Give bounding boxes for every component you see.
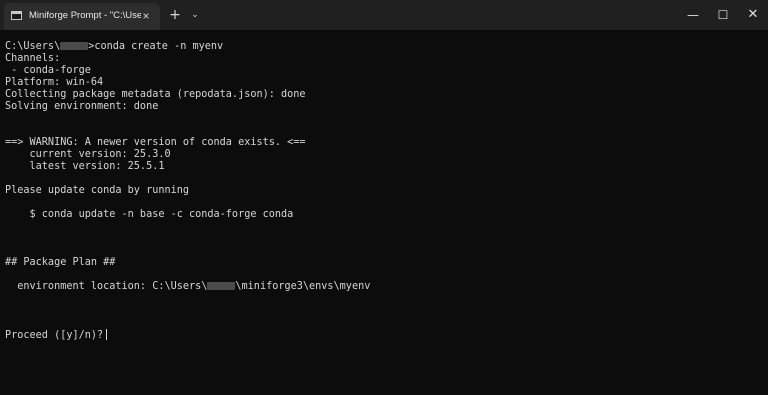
close-icon[interactable]: ✕ <box>738 0 768 30</box>
proceed-prompt: Proceed ([y]/n)? <box>5 330 104 341</box>
env-location-suffix: \miniforge3\envs\myenv <box>235 281 371 292</box>
terminal-icon <box>11 11 22 20</box>
tab-title: Miniforge Prompt - "C:\Users\ <box>29 10 141 21</box>
output-line: - conda-forge <box>5 65 91 76</box>
new-tab-plus-icon[interactable]: + <box>166 6 184 24</box>
proceed-prompt-line[interactable]: Proceed ([y]/n)? <box>5 329 765 341</box>
output-line: Platform: win-64 <box>5 77 104 88</box>
package-plan-header: ## Package Plan ## <box>5 257 116 268</box>
update-command: $ conda update -n base -c conda-forge co… <box>5 209 294 220</box>
title-bar: Miniforge Prompt - "C:\Users\ × + ⌄ — ☐ … <box>0 0 768 30</box>
prompt-path: C:\Users\ <box>5 41 61 52</box>
redacted-username <box>207 282 236 290</box>
environment-location-line: environment location: C:\Users\ \miniforg… <box>5 281 765 293</box>
tab-close-icon[interactable]: × <box>138 8 154 24</box>
terminal-window: Miniforge Prompt - "C:\Users\ × + ⌄ — ☐ … <box>0 0 768 395</box>
env-location-prefix: environment location: C:\Users\ <box>5 281 208 292</box>
tab-miniforge-prompt[interactable]: Miniforge Prompt - "C:\Users\ × <box>4 3 160 30</box>
terminal-output[interactable]: C:\Users\ >conda create -n myenv Channels… <box>5 41 765 391</box>
minimize-icon[interactable]: — <box>678 0 708 30</box>
prompt-line: C:\Users\ >conda create -n myenv <box>5 41 765 53</box>
prompt-command: >conda create -n myenv <box>88 41 224 52</box>
output-line: Channels: <box>5 53 61 64</box>
maximize-icon[interactable]: ☐ <box>708 0 738 30</box>
update-message: Please update conda by running <box>5 185 190 196</box>
output-line: Collecting package metadata (repodata.js… <box>5 89 306 100</box>
output-line: Solving environment: done <box>5 101 159 112</box>
warning-line: ==> WARNING: A newer version of conda ex… <box>5 137 306 148</box>
redacted-username <box>60 42 89 50</box>
output-line: latest version: 25.5.1 <box>5 161 165 172</box>
chevron-down-icon[interactable]: ⌄ <box>186 6 204 24</box>
output-line: current version: 25.3.0 <box>5 149 171 160</box>
text-cursor <box>106 329 108 340</box>
